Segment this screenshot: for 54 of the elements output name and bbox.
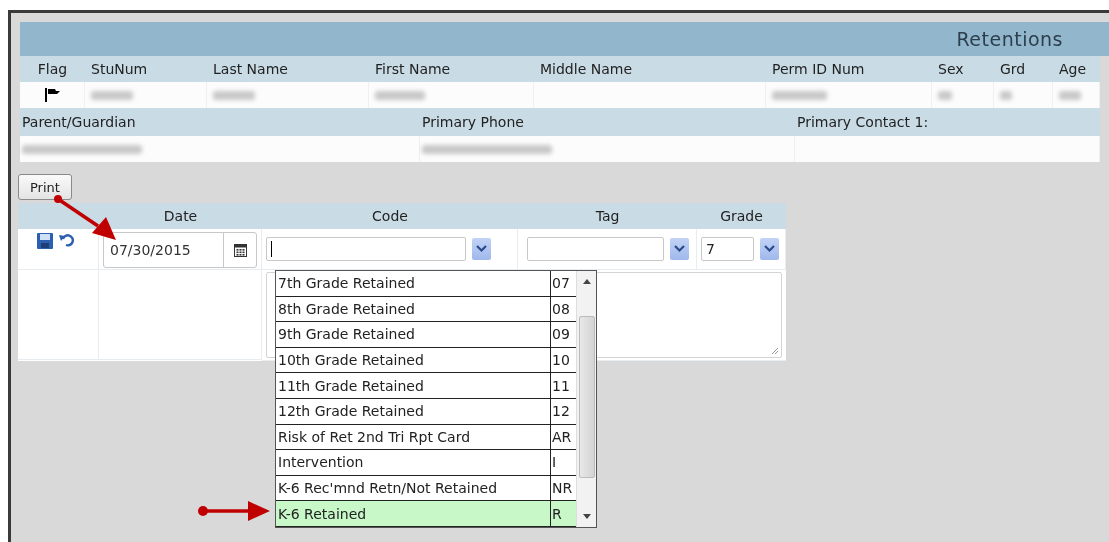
dropdown-option[interactable]: 10th Grade Retained 10 (276, 347, 576, 374)
chevron-down-icon (764, 245, 775, 253)
scrollbar[interactable] (576, 271, 596, 527)
grade-field[interactable]: 7 (701, 237, 754, 261)
column-header: Grd (994, 56, 1053, 82)
column-header: Middle Name (534, 56, 766, 82)
dropdown-option[interactable]: 12th Grade Retained 12 (276, 398, 576, 425)
column-header: First Name (369, 56, 534, 82)
chevron-down-icon (476, 245, 487, 253)
blurred-value (213, 90, 255, 100)
undo-icon[interactable] (59, 233, 75, 247)
chevron-down-icon (674, 245, 685, 253)
scroll-up-icon[interactable] (582, 279, 591, 284)
resize-grip-icon (771, 347, 779, 355)
dropdown-option[interactable]: 8th Grade Retained 08 (276, 296, 576, 323)
column-header: Perm ID Num (766, 56, 932, 82)
dropdown-option[interactable]: Intervention I (276, 450, 576, 476)
column-header: Parent/Guardian (20, 108, 420, 136)
column-header: Date (99, 203, 262, 229)
code-field[interactable] (266, 237, 466, 261)
dropdown-option[interactable]: 7th Grade Retained 07 (276, 271, 576, 297)
dropdown-option[interactable]: K-6 Rec'mnd Retn/Not Retained NR (276, 475, 576, 502)
page-title: Retentions (956, 28, 1063, 50)
column-header: Last Name (207, 56, 369, 82)
dropdown-button[interactable] (670, 238, 689, 260)
blurred-value (375, 90, 425, 100)
dropdown-option[interactable]: K-6 Retained R (276, 501, 576, 527)
column-header: Primary Phone (420, 108, 795, 136)
column-header: Primary Contact 1: (795, 108, 1100, 136)
dropdown-option[interactable]: 11th Grade Retained 11 (276, 373, 576, 399)
calendar-icon[interactable] (233, 242, 247, 257)
tag-field[interactable] (527, 237, 664, 261)
dropdown-option[interactable]: Risk of Ret 2nd Tri Rpt Card AR (276, 424, 576, 451)
print-button[interactable]: Print (18, 174, 72, 200)
column-header: Code (262, 203, 518, 229)
column-header: StuNum (85, 56, 207, 82)
arrow (198, 501, 270, 521)
dropdown-button[interactable] (760, 238, 779, 260)
blurred-value (938, 90, 952, 100)
scroll-down-icon[interactable] (582, 514, 591, 519)
column-header: Sex (932, 56, 994, 82)
column-header: Grade (697, 203, 786, 229)
date-field[interactable]: 07/30/2015 (103, 231, 257, 268)
blurred-value (1059, 90, 1081, 100)
save-icon[interactable] (37, 233, 53, 249)
column-header: Age (1053, 56, 1100, 82)
column-header: Flag (20, 56, 85, 82)
arrow (54, 195, 116, 240)
dropdown-button[interactable] (472, 238, 491, 260)
blurred-value (772, 90, 827, 100)
blurred-value (1000, 90, 1012, 100)
dropdown-option[interactable]: 9th Grade Retained 09 (276, 322, 576, 348)
column-header: Tag (518, 203, 697, 229)
blurred-value (91, 90, 133, 100)
